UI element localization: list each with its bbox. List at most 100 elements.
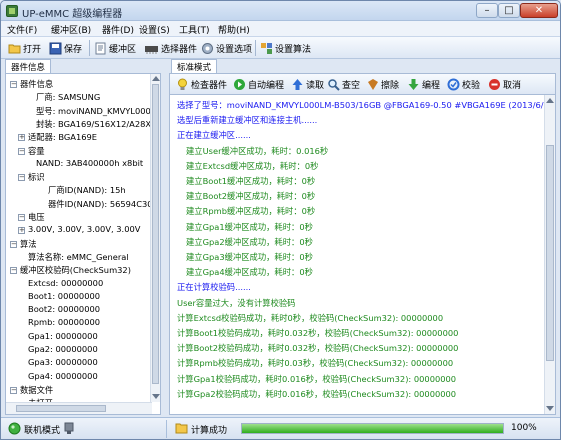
tree-expander-icon[interactable]: − <box>10 240 17 248</box>
tree-item[interactable]: 缓冲区校验码(CheckSum32) <box>20 264 131 276</box>
tree-item[interactable]: Boot2: 00000000 <box>28 304 100 314</box>
log-line: 建立User缓冲区成功，耗时：0.016秒 <box>186 145 329 156</box>
verify-button[interactable]: 校验 <box>447 76 480 92</box>
tree-item[interactable]: 容量 <box>28 145 45 157</box>
tree-expander-icon[interactable]: − <box>10 386 17 394</box>
tree-item[interactable]: 器件ID(NAND): 56594C30h <box>48 198 158 210</box>
tree-item[interactable]: Gpa2: 00000000 <box>28 344 98 354</box>
erase-button[interactable]: 擦除 <box>366 76 399 92</box>
tree-item[interactable]: 3.00V, 3.00V, 3.00V, 3.00V <box>28 224 140 234</box>
play-icon <box>234 78 245 90</box>
tree-expander-icon[interactable]: − <box>18 147 25 155</box>
tab-standard-mode[interactable]: 标准模式 <box>171 59 218 73</box>
tree-item[interactable]: 数据文件 <box>20 384 53 396</box>
title-bar[interactable]: UP-eMMC 超级编程器 – □ ✕ <box>1 1 560 21</box>
menu-buffer[interactable]: 缓冲区(B) <box>51 23 91 36</box>
set-algorithm-label: 设置算法 <box>275 44 312 55</box>
tree-item[interactable]: 电压 <box>28 211 45 223</box>
tree-item[interactable]: NAND: 3AB400000h x8bit <box>36 158 143 168</box>
program-button[interactable]: 编程 <box>407 76 440 92</box>
folder-icon <box>175 423 188 434</box>
toolbar-divider <box>255 40 256 56</box>
tree-item[interactable]: 算法名称: eMMC_General <box>28 251 129 263</box>
tree-item[interactable]: 适配器: BGA169E <box>28 131 97 143</box>
tree-item[interactable]: 标识 <box>28 171 45 183</box>
scroll-up-icon[interactable] <box>152 76 160 81</box>
gear-icon <box>202 42 213 54</box>
buffer-button[interactable]: 缓冲区 <box>94 40 136 56</box>
menu-settings[interactable]: 设置(S) <box>139 23 170 36</box>
select-device-label: 选择器件 <box>161 44 198 55</box>
save-button[interactable]: 保存 <box>49 40 82 56</box>
read-button[interactable]: 读取 <box>291 76 324 92</box>
log-line: 计算Boot2校验码成功，耗时0.032秒，校验码(CheckSum32): 0… <box>177 343 459 354</box>
tree-item[interactable]: 算法 <box>20 238 37 250</box>
device-info-tree: − 器件信息 厂商: SAMSUNG 型号: moviNAND_KMVYL000LM 封… <box>5 73 161 415</box>
tree-expander-icon[interactable]: + <box>18 134 25 142</box>
tree-expander-icon[interactable]: − <box>18 174 25 182</box>
auto-program-label: 自动编程 <box>248 80 285 91</box>
scroll-thumb[interactable] <box>16 405 106 412</box>
tree-item[interactable]: Gpa3: 00000000 <box>28 357 98 367</box>
maximize-button[interactable]: □ <box>498 3 520 18</box>
program-label: 编程 <box>422 80 441 91</box>
tree-item[interactable]: 封装: BGA169/S16X12/A28X14/ <box>36 118 160 130</box>
tree-vertical-scrollbar[interactable] <box>150 74 160 402</box>
save-disk-icon <box>49 42 62 54</box>
tree-item[interactable]: Boot1: 00000000 <box>28 291 100 301</box>
log-line: 计算Extcsd校验码成功，耗时0秒，校验码(CheckSum32): 0000… <box>177 312 444 323</box>
log-vertical-scrollbar[interactable] <box>544 95 555 414</box>
blank-check-label: 查空 <box>342 80 361 91</box>
tree-expander-icon[interactable]: + <box>18 227 25 235</box>
set-algorithm-button[interactable]: 设置算法 <box>260 40 311 56</box>
log-line: 建立Gpa2缓冲区成功，耗时：0秒 <box>186 236 313 247</box>
log-line: 建立Rpmb缓冲区成功，耗时：0秒 <box>186 206 316 217</box>
tree-item[interactable]: Gpa1: 00000000 <box>28 331 98 341</box>
tree-expander-icon[interactable]: − <box>18 214 25 221</box>
close-button[interactable]: ✕ <box>520 3 558 18</box>
menu-help[interactable]: 帮助(H) <box>218 23 250 36</box>
scroll-down-icon[interactable] <box>152 394 160 399</box>
usb-icon <box>64 422 74 434</box>
log-output[interactable]: 选择了型号：moviNAND_KMVYL000LM-B503/16GB @FBG… <box>169 95 556 415</box>
tree-item[interactable]: 器件信息 <box>20 78 53 90</box>
log-line: 计算Rpmb校验码成功，耗时0.03秒，校验码(CheckSum32): 000… <box>177 358 454 369</box>
status-divider <box>166 420 167 438</box>
cancel-button[interactable]: 取消 <box>488 76 521 92</box>
tree-expander-icon[interactable]: − <box>10 81 17 88</box>
verify-label: 校验 <box>462 80 481 91</box>
settings-button[interactable]: 设置选项 <box>201 40 252 56</box>
window-title: UP-eMMC 超级编程器 <box>22 9 123 20</box>
minimize-button[interactable]: – <box>476 3 498 18</box>
check-device-button[interactable]: 检查器件 <box>176 76 227 92</box>
blank-check-button[interactable]: 查空 <box>327 76 360 92</box>
arrow-down-icon <box>408 78 419 90</box>
select-device-button[interactable]: 选择器件 <box>144 40 197 56</box>
scroll-thumb[interactable] <box>152 84 159 384</box>
menu-bar: 文件(F) 缓冲区(B) 器件(D) 设置(S) 工具(T) 帮助(H) <box>1 21 560 37</box>
bulb-icon <box>178 78 187 90</box>
scroll-thumb[interactable] <box>546 145 554 361</box>
tree-item[interactable]: Extcsd: 00000000 <box>28 278 103 288</box>
tree-item[interactable]: 厂商ID(NAND): 15h <box>48 184 126 196</box>
tree-item[interactable]: 型号: moviNAND_KMVYL000LM <box>36 105 160 117</box>
scroll-down-icon[interactable] <box>546 406 554 411</box>
status-bar: 联机模式 计算成功 100% <box>1 417 560 439</box>
menu-tools[interactable]: 工具(T) <box>179 23 210 36</box>
auto-program-button[interactable]: 自动编程 <box>233 76 284 92</box>
menu-device[interactable]: 器件(D) <box>102 23 134 36</box>
log-line: User容量过大，没有计算校验码 <box>177 297 296 308</box>
log-line: 选择了型号：moviNAND_KMVYL000LM-B503/16GB @FBG… <box>177 100 555 110</box>
log-line: 建立Gpa1缓冲区成功，耗时：0秒 <box>186 221 313 232</box>
tree-item[interactable]: Gpa4: 00000000 <box>28 371 98 381</box>
tab-device-info[interactable]: 器件信息 <box>5 59 52 73</box>
menu-file[interactable]: 文件(F) <box>7 23 37 36</box>
tree-expander-icon[interactable]: − <box>10 267 17 275</box>
tree-horizontal-scrollbar[interactable] <box>6 402 152 414</box>
open-button[interactable]: 打开 <box>8 40 41 56</box>
scroll-up-icon[interactable] <box>546 98 554 103</box>
tree-item[interactable]: 厂商: SAMSUNG <box>36 91 100 103</box>
tree-item[interactable]: Rpmb: 00000000 <box>28 317 100 327</box>
log-line: 正在计算校验码...... <box>177 282 251 293</box>
erase-icon <box>368 78 378 90</box>
